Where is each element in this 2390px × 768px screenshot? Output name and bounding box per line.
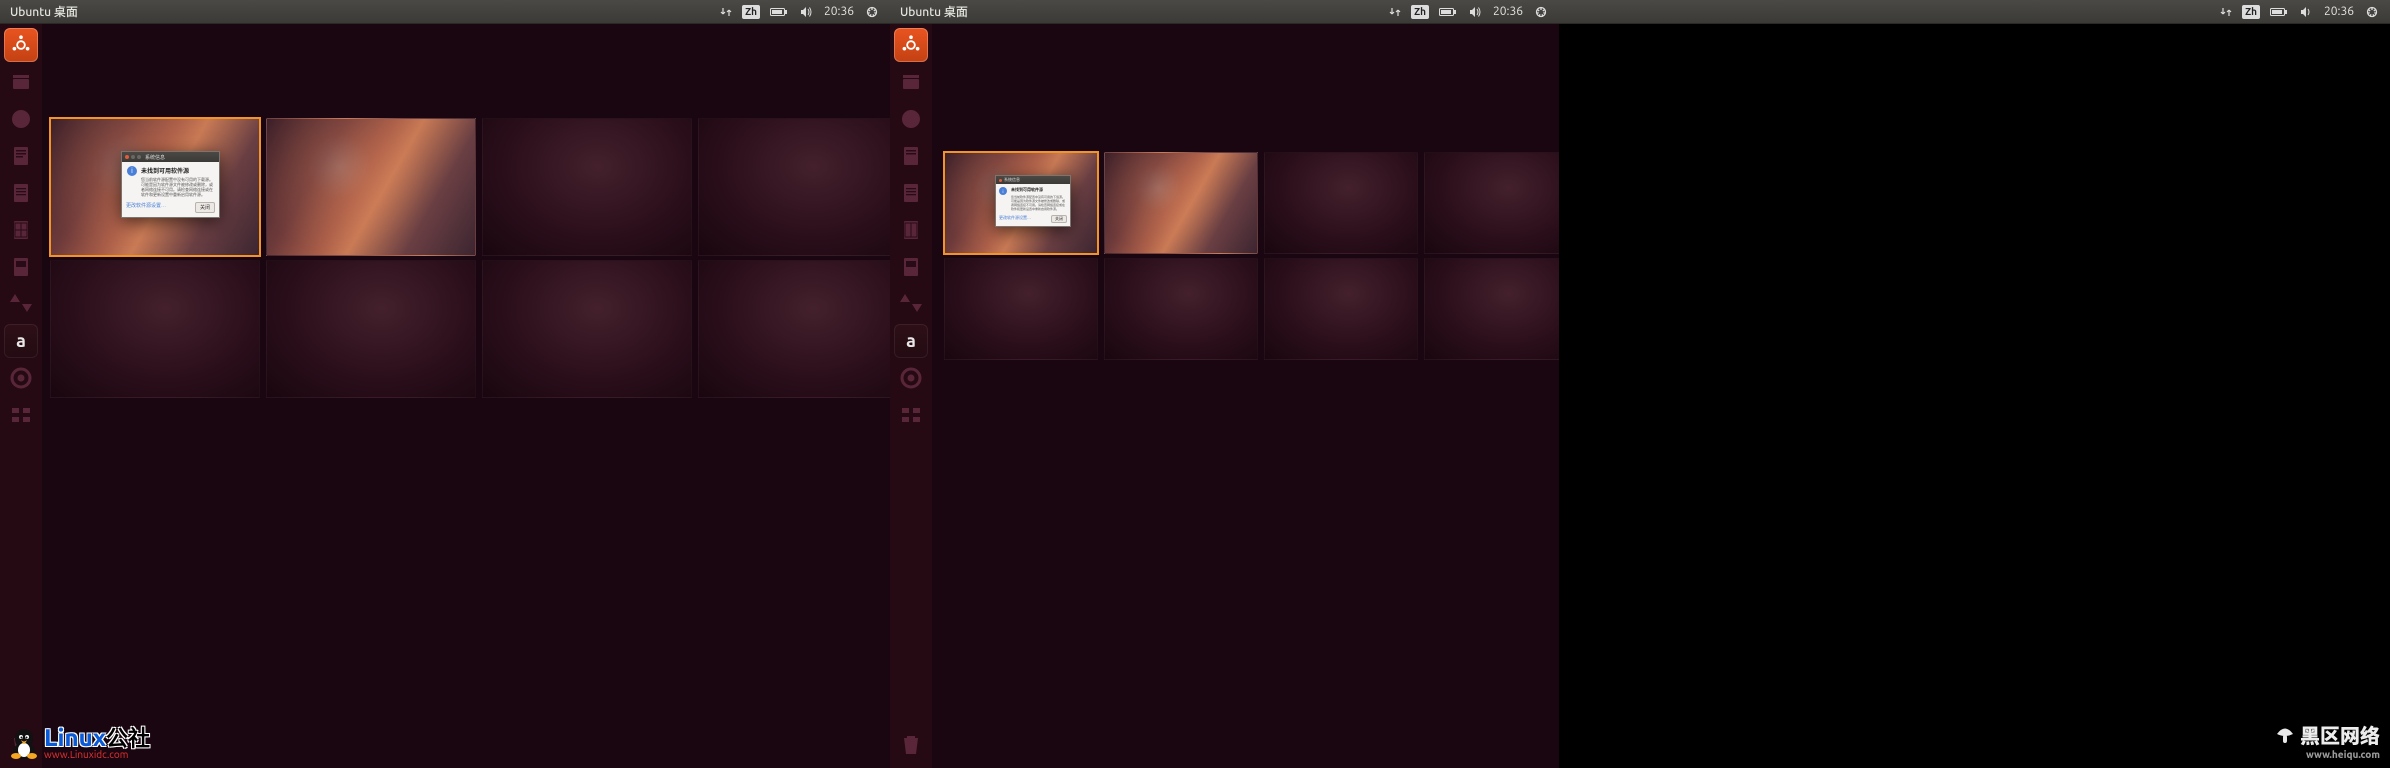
dialog-body-text: 您当前软件源配置中没有可用的下载源。可能是因为软件源文件被修改或删除，或者网络连… <box>1011 195 1067 211</box>
maximize-icon[interactable] <box>137 155 141 159</box>
workspace-6[interactable] <box>266 260 476 398</box>
sound-indicator[interactable] <box>794 0 818 24</box>
clock-indicator[interactable]: 20:36 <box>2318 0 2360 24</box>
battery-indicator[interactable] <box>764 0 794 24</box>
workspace-7[interactable] <box>1264 258 1418 360</box>
workspace-1[interactable]: 系统信息 i 未找到可用软件源 您当前软件源配置中没有可用的下载源。可能是因为软… <box>50 118 260 256</box>
close-button[interactable]: 关闭 <box>195 202 215 213</box>
workspace-8[interactable] <box>698 260 890 398</box>
software-icon[interactable] <box>4 287 38 321</box>
workspace-6[interactable] <box>1104 258 1258 360</box>
close-icon[interactable] <box>125 155 129 159</box>
workspace-8[interactable] <box>1424 258 1559 360</box>
panel-title: Ubuntu 桌面 <box>10 3 78 20</box>
ime-indicator[interactable]: Zh <box>742 5 760 19</box>
workspace-switcher-overview: 系统信息 i 未找到可用软件源 您当前软件源配置中没有可用的下载源。可能是因为软… <box>932 24 1559 768</box>
dialog-heading: 未找到可用软件源 <box>1011 187 1067 193</box>
writer-icon[interactable] <box>4 176 38 210</box>
dialog-window[interactable]: 系统信息 i 未找到可用软件源 您当前软件源配置中没有可用的下载源。可能是因为软… <box>995 175 1071 227</box>
software-icon[interactable] <box>894 287 928 321</box>
close-icon[interactable] <box>999 179 1002 182</box>
dialog-window[interactable]: 系统信息 i 未找到可用软件源 您当前软件源配置中没有可用的下载源。可能是因为软… <box>121 151 220 218</box>
panel-title: Ubuntu 桌面 <box>900 3 968 20</box>
workspace-2[interactable] <box>1104 152 1258 254</box>
workspace-1[interactable]: 系统信息 i 未找到可用软件源 您当前软件源配置中没有可用的下载源。可能是因为软… <box>944 152 1098 254</box>
sound-indicator[interactable] <box>1463 0 1487 24</box>
impress-icon[interactable] <box>894 250 928 284</box>
ime-indicator[interactable]: Zh <box>1411 5 1429 19</box>
files-icon[interactable] <box>894 65 928 99</box>
trash-icon[interactable] <box>894 728 928 762</box>
firefox-icon[interactable] <box>894 102 928 136</box>
top-panel: Ubuntu 桌面 Zh 20:36 <box>890 0 1559 24</box>
document-icon[interactable] <box>894 139 928 173</box>
session-indicator[interactable] <box>2360 0 2384 24</box>
dialog-titlebar[interactable]: 系统信息 <box>122 152 219 162</box>
watermark-brand: Linux <box>44 724 106 751</box>
calc-icon[interactable] <box>894 213 928 247</box>
dialog-body-text: 您当前软件源配置中没有可用的下载源。可能是因为软件源文件被修改或删除，或者网络连… <box>141 177 214 197</box>
network-indicator[interactable] <box>714 0 738 24</box>
top-panel: Ubuntu 桌面 Zh 20:36 <box>0 0 890 24</box>
watermark-url: www.Linuxidc.com <box>44 750 150 760</box>
tux-icon <box>10 727 38 759</box>
workspace-3[interactable] <box>482 118 692 256</box>
sound-indicator[interactable] <box>2294 0 2318 24</box>
workspace-5[interactable] <box>50 260 260 398</box>
firefox-icon[interactable] <box>4 102 38 136</box>
files-icon[interactable] <box>4 65 38 99</box>
workspace-switcher-overview: 系统信息 i 未找到可用软件源 您当前软件源配置中没有可用的下载源。可能是因为软… <box>42 24 890 768</box>
info-icon: i <box>127 166 137 176</box>
clock-indicator[interactable]: 20:36 <box>818 0 860 24</box>
workspace-3[interactable] <box>1264 152 1418 254</box>
workspace-switcher-icon[interactable] <box>894 398 928 432</box>
workspace-5[interactable] <box>944 258 1098 360</box>
watermark-heiqu: 黑区网络 www.heiqu.com <box>2274 720 2380 760</box>
mushroom-icon <box>2274 724 2296 746</box>
watermark-suffix: 公社 <box>106 726 150 751</box>
battery-indicator[interactable] <box>1433 0 1463 24</box>
dialog-link[interactable]: 更改软件源设置… <box>126 202 166 213</box>
document-icon[interactable] <box>4 139 38 173</box>
dialog-title: 系统信息 <box>145 154 165 161</box>
top-panel: Zh 20:36 <box>1559 0 2390 24</box>
info-icon: i <box>999 187 1007 195</box>
dialog-heading: 未找到可用软件源 <box>141 166 214 175</box>
close-button[interactable]: 关闭 <box>1051 215 1067 223</box>
settings-icon[interactable] <box>894 361 928 395</box>
workspace-2[interactable] <box>266 118 476 256</box>
battery-indicator[interactable] <box>2264 0 2294 24</box>
dialog-title: 系统信息 <box>1004 177 1020 183</box>
workspace-7[interactable] <box>482 260 692 398</box>
amazon-icon[interactable]: a <box>4 324 38 358</box>
workspace-4[interactable] <box>1424 152 1559 254</box>
screenshot-c: Zh 20:36 黑区网络 www.heiqu.com <box>1559 0 2390 768</box>
clock-indicator[interactable]: 20:36 <box>1487 0 1529 24</box>
network-indicator[interactable] <box>1383 0 1407 24</box>
calc-icon[interactable] <box>4 213 38 247</box>
settings-icon[interactable] <box>4 361 38 395</box>
writer-icon[interactable] <box>894 176 928 210</box>
ime-indicator[interactable]: Zh <box>2242 5 2260 19</box>
screenshot-a: Ubuntu 桌面 Zh 20:36 <box>0 0 890 768</box>
impress-icon[interactable] <box>4 250 38 284</box>
watermark-url: www.heiqu.com <box>2306 749 2380 760</box>
dialog-link[interactable]: 更改软件源设置… <box>999 215 1031 223</box>
session-indicator[interactable] <box>1529 0 1553 24</box>
workspace-switcher-icon[interactable] <box>4 398 38 432</box>
dash-icon[interactable] <box>4 28 38 62</box>
dialog-titlebar[interactable]: 系统信息 <box>996 176 1070 184</box>
screenshot-b: Ubuntu 桌面 Zh 20:36 <box>890 0 1559 768</box>
network-indicator[interactable] <box>2214 0 2238 24</box>
session-indicator[interactable] <box>860 0 884 24</box>
dash-icon[interactable] <box>894 28 928 62</box>
watermark-brand: 黑区网络 <box>2300 720 2380 749</box>
watermark-linuxidc: Linux公社 www.Linuxidc.com <box>10 726 150 760</box>
unity-launcher: a <box>0 24 42 768</box>
workspace-4[interactable] <box>698 118 890 256</box>
minimize-icon[interactable] <box>131 155 135 159</box>
unity-launcher: a <box>890 24 932 768</box>
amazon-icon[interactable]: a <box>894 324 928 358</box>
